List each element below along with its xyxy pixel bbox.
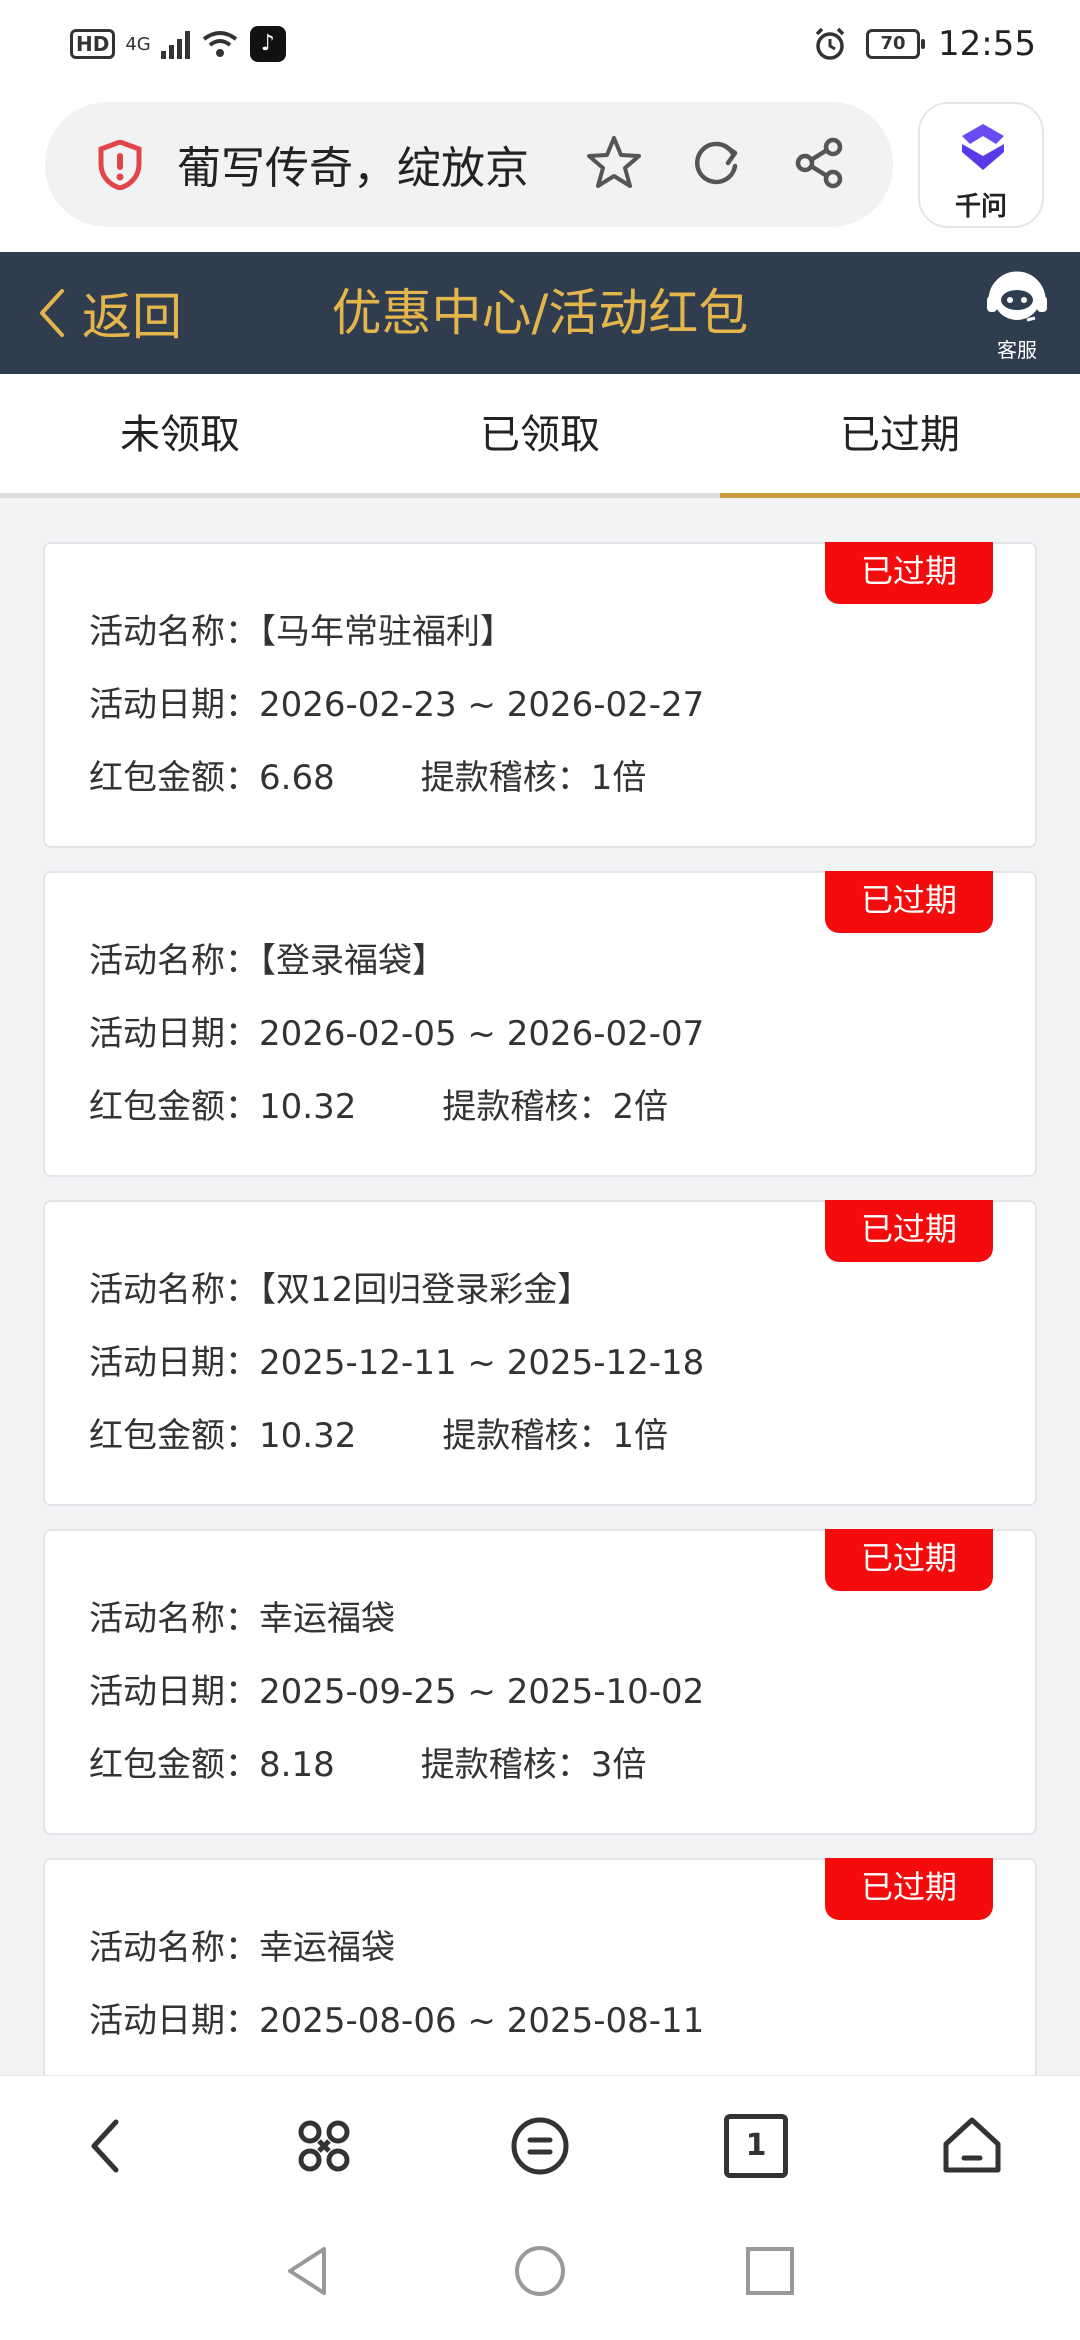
status-bar: HD 4G ♪ 70 12:55 — [0, 0, 1080, 92]
bookmark-star-icon[interactable] — [585, 134, 643, 192]
coupon-card: 已过期 活动名称：幸运福袋 活动日期：2025-08-06 ~ 2025-08-… — [43, 1858, 1037, 2075]
url-box[interactable]: 葡写传奇，绽放京 — [45, 102, 893, 227]
coupon-name: 活动名称：幸运福袋 — [89, 1599, 395, 1639]
coupon-audit: 提款稽核：1倍 — [442, 1416, 668, 1456]
clock: 12:55 — [938, 24, 1036, 64]
coupon-name: 活动名称：【登录福袋】 — [89, 941, 446, 981]
shield-icon[interactable] — [97, 140, 143, 190]
status-badge: 已过期 — [825, 871, 993, 933]
status-badge: 已过期 — [825, 1529, 993, 1591]
coupon-list[interactable]: 已过期 活动名称：【马年常驻福利】 活动日期：2026-02-23 ~ 2026… — [0, 500, 1080, 2075]
url-title[interactable]: 葡写传奇，绽放京 — [177, 132, 597, 196]
coupon-date: 活动日期：2026-02-23 ~ 2026-02-27 — [89, 685, 705, 725]
coupon-audit: 提款稽核：3倍 — [420, 1745, 647, 1785]
system-recents-icon[interactable] — [742, 2243, 798, 2299]
coupon-date: 活动日期：2025-09-25 ~ 2025-10-02 — [89, 1672, 705, 1712]
status-badge: 已过期 — [825, 1858, 993, 1920]
system-home-icon[interactable] — [512, 2243, 568, 2299]
qianwen-assistant-button[interactable]: 千问 — [918, 102, 1044, 228]
customer-service-button[interactable]: 客服 — [982, 262, 1052, 363]
service-label: 客服 — [997, 338, 1037, 362]
home-icon[interactable] — [940, 2114, 1004, 2178]
system-back-icon[interactable] — [280, 2243, 336, 2299]
status-badge: 已过期 — [825, 1200, 993, 1262]
signal-icon — [160, 29, 190, 59]
back-arrow-icon[interactable] — [76, 2114, 140, 2178]
alarm-icon — [815, 27, 845, 60]
coupon-date: 活动日期：2026-02-05 ~ 2026-02-07 — [89, 1014, 705, 1054]
coupon-amount: 红包金额：8.18 — [89, 1745, 335, 1785]
coupon-amount-row: 红包金额：6.68 提款稽核：1倍 — [89, 750, 646, 799]
back-button[interactable]: 返回 — [36, 252, 182, 374]
reload-icon[interactable] — [689, 136, 743, 190]
chevron-left-icon — [40, 289, 64, 337]
tabs-count-button[interactable]: 1 — [724, 2114, 788, 2178]
tiktok-icon: ♪ — [249, 26, 286, 62]
browser-address-bar: 葡写传奇，绽放京 千问 — [0, 92, 1080, 252]
coupon-name: 活动名称：幸运福袋 — [89, 1928, 395, 1968]
coupon-card: 已过期 活动名称：【马年常驻福利】 活动日期：2026-02-23 ~ 2026… — [43, 542, 1037, 848]
back-label: 返回 — [82, 288, 182, 346]
network-type: 4G — [125, 33, 151, 55]
coupon-audit: 提款稽核：2倍 — [442, 1087, 668, 1127]
coupon-amount-row: 红包金额：8.18 提款稽核：3倍 — [89, 1737, 646, 1786]
hd-indicator: HD — [70, 29, 116, 59]
status-left: HD 4G ♪ — [70, 24, 286, 64]
coupon-card: 已过期 活动名称：【双12回归登录彩金】 活动日期：2025-12-11 ~ 2… — [43, 1200, 1037, 1506]
coupon-amount: 红包金额：10.32 — [89, 1087, 357, 1127]
headset-icon — [987, 271, 1047, 322]
coupon-date: 活动日期：2025-12-11 ~ 2025-12-18 — [89, 1343, 705, 1383]
qianwen-label: 千问 — [954, 192, 1007, 222]
coupon-name: 活动名称：【双12回归登录彩金】 — [89, 1270, 592, 1310]
battery-icon: 70 — [866, 29, 926, 59]
wifi-icon — [202, 31, 237, 57]
browser-bottom-nav: 1 — [0, 2075, 1080, 2215]
system-nav-bar — [0, 2215, 1080, 2340]
menu-icon[interactable] — [508, 2114, 572, 2178]
tab-expired[interactable]: 已过期 — [720, 374, 1080, 498]
command-icon[interactable] — [292, 2114, 356, 2178]
page-header: 优惠中心/活动红包 返回 客服 — [0, 252, 1080, 374]
status-right: 70 12:55 — [812, 22, 1036, 66]
coupon-amount-row: 红包金额：10.32 提款稽核：2倍 — [89, 1079, 668, 1128]
coupon-amount-row: 红包金额：10.32 提款稽核：1倍 — [89, 1408, 668, 1457]
coupon-amount: 红包金额：6.68 — [89, 758, 335, 798]
coupon-name: 活动名称：【马年常驻福利】 — [89, 612, 514, 652]
coupon-date: 活动日期：2025-08-06 ~ 2025-08-11 — [89, 2001, 705, 2041]
coupon-card: 已过期 活动名称：【登录福袋】 活动日期：2026-02-05 ~ 2026-0… — [43, 871, 1037, 1177]
qianwen-logo-icon — [962, 124, 1004, 170]
coupon-card: 已过期 活动名称：幸运福袋 活动日期：2025-09-25 ~ 2025-10-… — [43, 1529, 1037, 1835]
share-icon[interactable] — [793, 136, 847, 190]
coupon-amount: 红包金额：10.32 — [89, 1416, 357, 1456]
status-badge: 已过期 — [825, 542, 993, 604]
tab-claimed[interactable]: 已领取 — [360, 374, 720, 493]
tab-bar: 未领取 已领取 已过期 — [0, 374, 1080, 498]
tab-unclaimed[interactable]: 未领取 — [0, 374, 360, 493]
coupon-audit: 提款稽核：1倍 — [420, 758, 647, 798]
